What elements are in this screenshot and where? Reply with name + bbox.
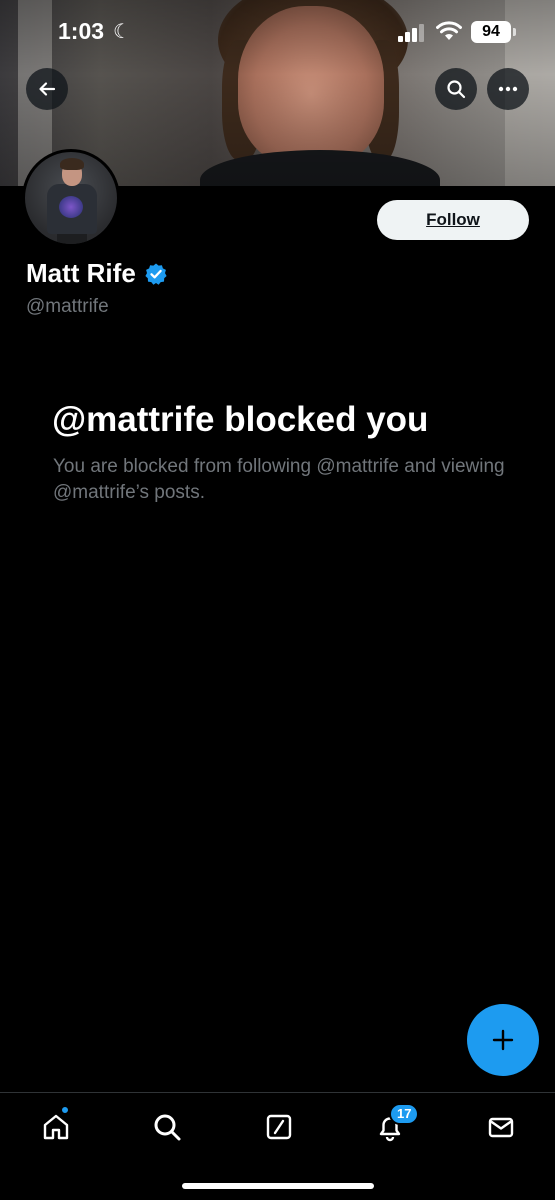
- battery-indicator: 94: [471, 21, 516, 43]
- nav-explore[interactable]: [149, 1109, 185, 1145]
- home-indicator: [182, 1183, 374, 1189]
- back-arrow-icon: [39, 82, 56, 96]
- search-icon: [447, 80, 466, 99]
- display-name: Matt Rife: [26, 258, 136, 288]
- explore-icon: [154, 1114, 181, 1141]
- back-button[interactable]: [26, 68, 68, 110]
- messages-icon: [488, 1117, 514, 1138]
- avatar[interactable]: [22, 149, 120, 247]
- avatar-figure: [57, 232, 87, 244]
- profile-handle: @mattrife: [26, 296, 109, 317]
- search-button[interactable]: [435, 68, 477, 110]
- signal-icon: [398, 24, 426, 42]
- verified-badge-icon[interactable]: [144, 262, 168, 286]
- nav-home[interactable]: [38, 1109, 74, 1145]
- compose-post-button[interactable]: [467, 1004, 539, 1076]
- nav-grok[interactable]: [261, 1109, 297, 1145]
- moon-icon: ☾: [113, 21, 131, 43]
- follow-button[interactable]: Follow: [377, 200, 529, 240]
- avatar-shirt-print: [59, 196, 83, 218]
- profile-name-row: Matt Rife: [26, 258, 168, 289]
- wifi-icon: [436, 21, 462, 40]
- grok-icon: [266, 1114, 292, 1140]
- notification-count-badge: 17: [389, 1103, 420, 1125]
- avatar-figure: [60, 158, 84, 170]
- blocked-description: You are blocked from following @mattrife…: [53, 456, 505, 503]
- more-icon: [498, 86, 518, 92]
- status-time: 1:03: [58, 18, 105, 44]
- nav-messages[interactable]: [483, 1109, 519, 1145]
- status-bar: 1:03 ☾ 94: [0, 0, 555, 64]
- more-options-button[interactable]: [487, 68, 529, 110]
- home-icon: [43, 1114, 69, 1140]
- plus-icon: [492, 1029, 514, 1051]
- home-unread-dot: [60, 1105, 70, 1115]
- blocked-title: @mattrife blocked you: [52, 400, 429, 439]
